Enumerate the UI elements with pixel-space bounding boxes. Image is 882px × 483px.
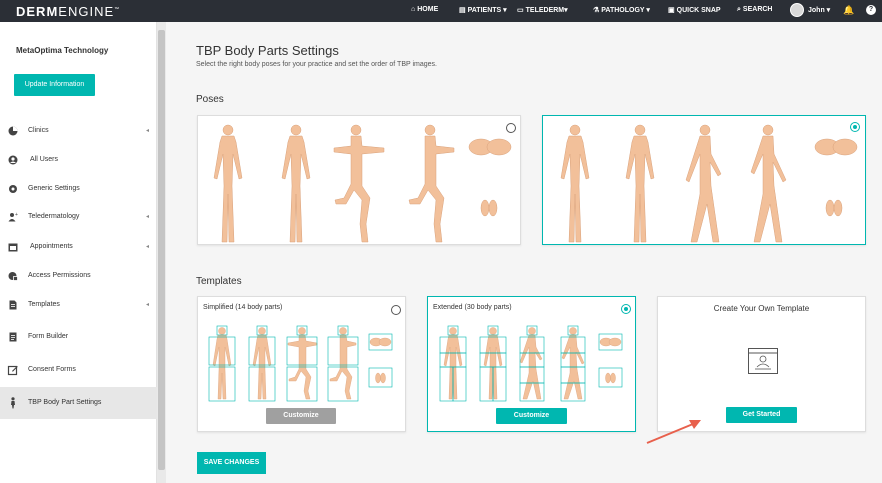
top-navbar: DERMENGINE™ ⌂ HOME ▤ PATIENTS ▾ ▭ TELEDERM▾… (0, 0, 882, 22)
sidebar-scroll-thumb[interactable] (158, 30, 165, 470)
create-template-title: Create Your Own Template (713, 304, 810, 313)
page-subtitle: Select the right body poses for your pra… (196, 61, 437, 68)
form-icon (9, 332, 17, 342)
page-title: TBP Body Parts Settings (196, 43, 339, 58)
pose-set-card-1[interactable] (197, 115, 521, 245)
sidebar-item-clinics[interactable]: Clinics ◂ (0, 117, 157, 145)
home-icon: ⌂ (411, 6, 416, 13)
lock-icon (8, 272, 18, 281)
nav-pathology[interactable]: ⚗ PATHOLOGY ▾ (593, 6, 650, 14)
app-logo[interactable]: DERMENGINE™ (16, 4, 120, 19)
sidebar-item-label: Generic Settings (28, 185, 80, 192)
sidebar-item-label: Appointments (30, 243, 73, 250)
pose-set-1-radio[interactable] (506, 123, 516, 133)
sidebar-item-label: Form Builder (28, 333, 69, 340)
sidebar-item-form-builder[interactable]: Form Builder (0, 323, 157, 351)
caret-left-icon: ◂ (146, 244, 150, 250)
svg-text:+: + (15, 212, 18, 218)
template-body-map-illustration (439, 325, 623, 402)
sidebar-item-label: All Users (30, 156, 59, 163)
save-changes-button[interactable]: SAVE CHANGES (197, 452, 266, 474)
user-menu[interactable]: John ▾ (808, 6, 830, 14)
sidebar-item-label: TBP Body Part Settings (28, 399, 102, 406)
document-icon (9, 300, 17, 310)
poses-heading: Poses (196, 94, 224, 105)
nav-search[interactable]: ⌕ SEARCH (737, 6, 772, 14)
sidebar-item-label: Clinics (28, 127, 49, 134)
nav-telederm[interactable]: ▭ TELEDERM▾ (517, 6, 568, 14)
org-name: MetaOptima Technology (16, 46, 109, 55)
get-started-button[interactable]: Get Started (726, 407, 797, 423)
sidebar-item-access-permissions[interactable]: Access Permissions (0, 262, 157, 290)
pose-figures-illustration (213, 124, 512, 243)
template-window-icon (748, 348, 778, 374)
user-plus-icon: + (8, 212, 18, 222)
sidebar-item-generic-settings[interactable]: Generic Settings (0, 175, 157, 203)
pie-chart-icon (8, 126, 18, 136)
sidebar-item-templates[interactable]: Templates ◂ (0, 291, 157, 319)
nav-home[interactable]: ⌂ HOME (411, 6, 438, 13)
sidebar-item-consent-forms[interactable]: Consent Forms (0, 356, 157, 384)
telederm-icon: ▭ (517, 7, 524, 14)
templates-heading: Templates (196, 276, 242, 287)
avatar[interactable] (790, 3, 804, 17)
template-body-map-illustration (208, 325, 393, 402)
sidebar-item-label: Templates (28, 301, 60, 308)
sidebar-item-all-users[interactable]: All Users (0, 146, 157, 174)
sidebar-item-tbp-body-part-settings[interactable]: TBP Body Part Settings (0, 387, 157, 419)
sidebar-item-label: Consent Forms (28, 366, 76, 373)
patients-icon: ▤ (459, 7, 466, 14)
microscope-icon: ⚗ (593, 7, 600, 14)
camera-icon: ▣ (668, 7, 675, 14)
caret-left-icon: ◂ (146, 214, 150, 220)
template-simplified-title: Simplified (14 body parts) (203, 304, 283, 311)
edit-icon (7, 365, 18, 376)
calendar-icon (8, 243, 18, 252)
users-icon (8, 155, 18, 165)
sidebar-item-teledermatology[interactable]: + Teledermatology ◂ (0, 203, 157, 231)
sidebar-item-label: Access Permissions (28, 272, 91, 279)
body-icon (11, 397, 15, 409)
sidebar-item-label: Teledermatology (28, 213, 80, 220)
caret-left-icon: ◂ (146, 128, 150, 134)
annotation-arrow (646, 420, 701, 444)
help-icon[interactable]: ? (866, 5, 876, 15)
update-information-button[interactable]: Update Information (14, 74, 95, 96)
customize-extended-button[interactable]: Customize (496, 408, 567, 424)
search-icon: ⌕ (737, 6, 741, 13)
nav-quick-snap[interactable]: ▣ QUICK SNAP (668, 6, 721, 14)
pose-set-card-2[interactable] (542, 115, 866, 245)
nav-patients[interactable]: ▤ PATIENTS ▾ (459, 6, 507, 14)
pose-set-2-radio[interactable] (850, 122, 860, 132)
template-extended-title: Extended (30 body parts) (433, 304, 512, 311)
customize-simplified-button[interactable]: Customize (266, 408, 336, 424)
sidebar-item-appointments[interactable]: Appointments ◂ (0, 233, 157, 261)
pose-figures-illustration (560, 124, 858, 243)
caret-left-icon: ◂ (146, 302, 150, 308)
bell-icon[interactable]: 🔔 (843, 5, 854, 16)
gear-icon (9, 185, 17, 193)
